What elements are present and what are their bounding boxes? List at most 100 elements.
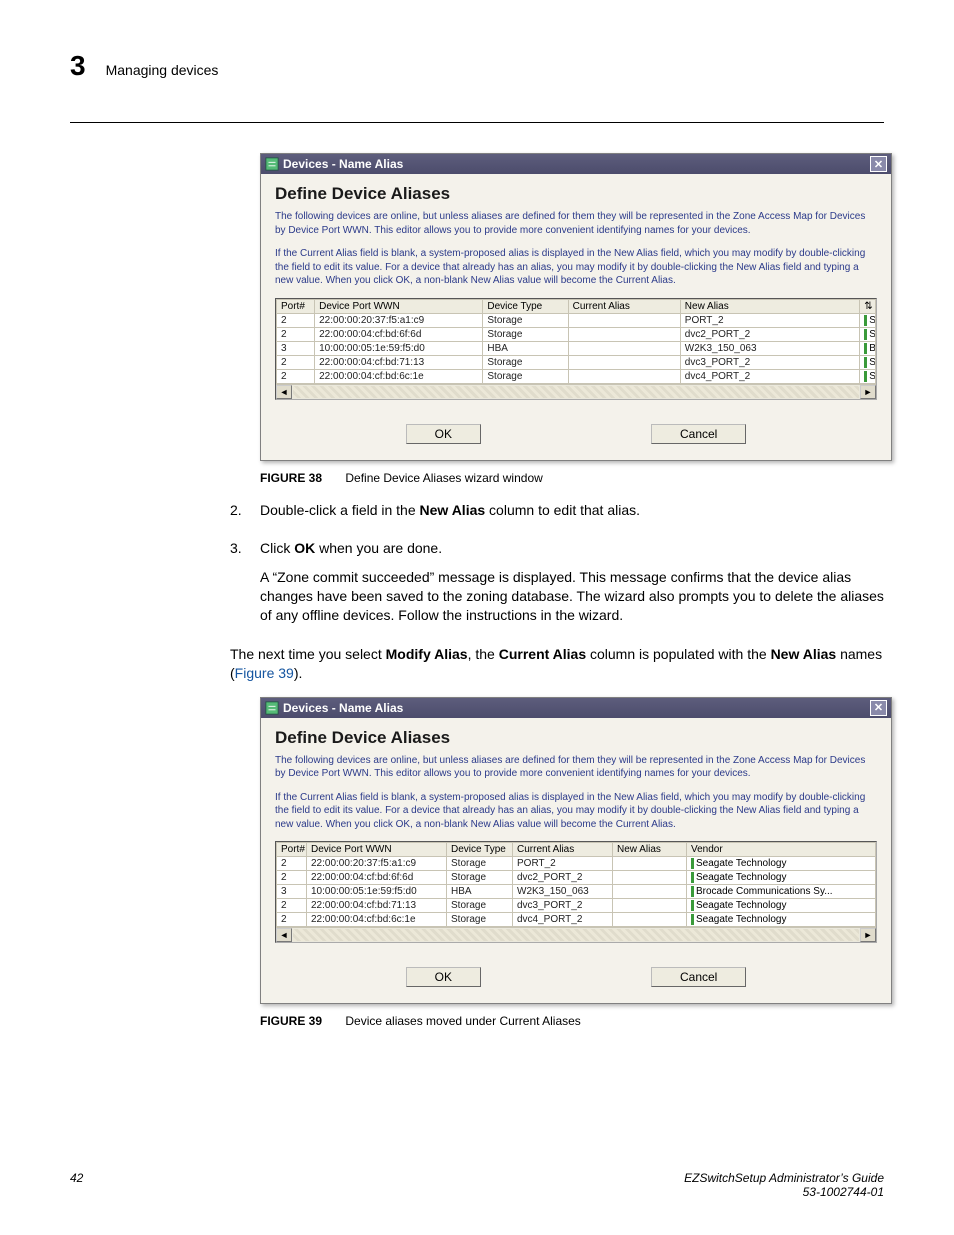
cell-new-alias[interactable] xyxy=(613,885,687,899)
cell-new-alias[interactable]: W2K3_150_063 xyxy=(680,341,859,355)
dialog2-desc2: If the Current Alias field is blank, a s… xyxy=(275,791,877,832)
cell-type[interactable]: Storage xyxy=(447,913,513,927)
cell-new-alias[interactable]: PORT_2 xyxy=(680,313,859,327)
cell-new-alias[interactable] xyxy=(613,857,687,871)
cell-port[interactable]: 2 xyxy=(277,313,315,327)
cell-current-alias[interactable]: dvc2_PORT_2 xyxy=(513,871,613,885)
col-wwn[interactable]: Device Port WWN xyxy=(307,843,447,857)
col-port[interactable]: Port# xyxy=(277,843,307,857)
cell-cut[interactable]: S xyxy=(860,313,876,327)
cell-wwn[interactable]: 22:00:00:04:cf:bd:6f:6d xyxy=(315,327,483,341)
cell-wwn[interactable]: 22:00:00:04:cf:bd:71:13 xyxy=(315,355,483,369)
cell-current-alias[interactable] xyxy=(568,369,680,383)
col-current-alias[interactable]: Current Alias xyxy=(513,843,613,857)
cell-port[interactable]: 2 xyxy=(277,355,315,369)
cell-wwn[interactable]: 22:00:00:20:37:f5:a1:c9 xyxy=(315,313,483,327)
cell-current-alias[interactable] xyxy=(568,341,680,355)
cell-type[interactable]: Storage xyxy=(447,899,513,913)
cell-type[interactable]: Storage xyxy=(483,313,568,327)
h-scrollbar[interactable]: ◄ ► xyxy=(276,384,876,399)
col-type[interactable]: Device Type xyxy=(447,843,513,857)
cell-vendor[interactable]: Seagate Technology xyxy=(687,899,876,913)
cell-wwn[interactable]: 22:00:00:04:cf:bd:6c:1e xyxy=(307,913,447,927)
cell-type[interactable]: Storage xyxy=(483,369,568,383)
col-port[interactable]: Port# xyxy=(277,299,315,313)
cell-cut[interactable]: S xyxy=(860,355,876,369)
close-button[interactable]: ✕ xyxy=(870,156,887,172)
cell-type[interactable]: HBA xyxy=(447,885,513,899)
cell-cut[interactable]: S xyxy=(860,327,876,341)
cell-vendor[interactable]: Brocade Communications Sy... xyxy=(687,885,876,899)
table-row[interactable]: 222:00:00:04:cf:bd:71:13Storage dvc3_PORT… xyxy=(277,355,876,369)
cancel-button[interactable]: Cancel xyxy=(651,967,746,987)
cell-new-alias[interactable]: dvc2_PORT_2 xyxy=(680,327,859,341)
col-vendor[interactable]: Vendor xyxy=(687,843,876,857)
cell-cut[interactable]: S xyxy=(860,369,876,383)
cell-new-alias[interactable]: dvc4_PORT_2 xyxy=(680,369,859,383)
cell-current-alias[interactable]: dvc3_PORT_2 xyxy=(513,899,613,913)
cell-vendor[interactable]: Seagate Technology xyxy=(687,871,876,885)
cell-current-alias[interactable]: dvc4_PORT_2 xyxy=(513,913,613,927)
cell-vendor[interactable]: Seagate Technology xyxy=(687,857,876,871)
step-2-num: 2. xyxy=(230,501,250,530)
cell-type[interactable]: Storage xyxy=(483,355,568,369)
col-new-alias[interactable]: New Alias xyxy=(613,843,687,857)
cell-new-alias[interactable] xyxy=(613,899,687,913)
cell-port[interactable]: 2 xyxy=(277,871,307,885)
table-row[interactable]: 310:00:00:05:1e:59:f5:d0HBAW2K3_150_063 B… xyxy=(277,885,876,899)
cell-cut[interactable]: B xyxy=(860,341,876,355)
cell-wwn[interactable]: 10:00:00:05:1e:59:f5:d0 xyxy=(315,341,483,355)
table-row[interactable]: 222:00:00:04:cf:bd:6c:1eStoragedvc4_PORT… xyxy=(277,913,876,927)
cell-vendor[interactable]: Seagate Technology xyxy=(687,913,876,927)
scroll-right-button[interactable]: ► xyxy=(860,385,876,399)
cell-wwn[interactable]: 22:00:00:04:cf:bd:6c:1e xyxy=(315,369,483,383)
cell-port[interactable]: 2 xyxy=(277,369,315,383)
cell-current-alias[interactable]: PORT_2 xyxy=(513,857,613,871)
cell-wwn[interactable]: 22:00:00:04:cf:bd:71:13 xyxy=(307,899,447,913)
cell-type[interactable]: HBA xyxy=(483,341,568,355)
cell-port[interactable]: 2 xyxy=(277,327,315,341)
cell-new-alias[interactable]: dvc3_PORT_2 xyxy=(680,355,859,369)
col-type[interactable]: Device Type xyxy=(483,299,568,313)
figure39-link[interactable]: Figure 39 xyxy=(235,665,294,681)
close-button[interactable]: ✕ xyxy=(870,700,887,716)
cell-current-alias[interactable] xyxy=(568,313,680,327)
ok-button[interactable]: OK xyxy=(406,967,481,987)
table-row[interactable]: 222:00:00:04:cf:bd:6c:1eStorage dvc4_PORT… xyxy=(277,369,876,383)
table-row[interactable]: 222:00:00:20:37:f5:a1:c9StoragePORT_2 Sea… xyxy=(277,857,876,871)
cell-type[interactable]: Storage xyxy=(483,327,568,341)
ok-button[interactable]: OK xyxy=(406,424,481,444)
app-icon xyxy=(265,701,279,715)
cell-current-alias[interactable] xyxy=(568,355,680,369)
table-row[interactable]: 222:00:00:04:cf:bd:71:13Storagedvc3_PORT… xyxy=(277,899,876,913)
figure39-num: FIGURE 39 xyxy=(260,1014,322,1028)
cell-port[interactable]: 2 xyxy=(277,913,307,927)
col-new-alias[interactable]: New Alias xyxy=(680,299,859,313)
cell-port[interactable]: 2 xyxy=(277,857,307,871)
table-row[interactable]: 222:00:00:20:37:f5:a1:c9Storage PORT_2S xyxy=(277,313,876,327)
cell-wwn[interactable]: 22:00:00:04:cf:bd:6f:6d xyxy=(307,871,447,885)
cell-current-alias[interactable] xyxy=(568,327,680,341)
cell-port[interactable]: 2 xyxy=(277,899,307,913)
cell-type[interactable]: Storage xyxy=(447,871,513,885)
cell-new-alias[interactable] xyxy=(613,913,687,927)
scroll-left-button[interactable]: ◄ xyxy=(276,385,292,399)
h-scrollbar[interactable]: ◄ ► xyxy=(276,927,876,942)
col-wwn[interactable]: Device Port WWN xyxy=(315,299,483,313)
cell-port[interactable]: 3 xyxy=(277,885,307,899)
cell-wwn[interactable]: 10:00:00:05:1e:59:f5:d0 xyxy=(307,885,447,899)
scroll-right-button[interactable]: ► xyxy=(860,928,876,942)
cancel-button[interactable]: Cancel xyxy=(651,424,746,444)
cell-new-alias[interactable] xyxy=(613,871,687,885)
scroll-left-button[interactable]: ◄ xyxy=(276,928,292,942)
scroll-track[interactable] xyxy=(293,929,859,941)
table-row[interactable]: 222:00:00:04:cf:bd:6f:6dStorage dvc2_PORT… xyxy=(277,327,876,341)
cell-wwn[interactable]: 22:00:00:20:37:f5:a1:c9 xyxy=(307,857,447,871)
scroll-track[interactable] xyxy=(293,386,859,398)
cell-current-alias[interactable]: W2K3_150_063 xyxy=(513,885,613,899)
table-row[interactable]: 310:00:00:05:1e:59:f5:d0HBA W2K3_150_063B xyxy=(277,341,876,355)
col-current-alias[interactable]: Current Alias xyxy=(568,299,680,313)
table-row[interactable]: 222:00:00:04:cf:bd:6f:6dStoragedvc2_PORT… xyxy=(277,871,876,885)
cell-type[interactable]: Storage xyxy=(447,857,513,871)
cell-port[interactable]: 3 xyxy=(277,341,315,355)
